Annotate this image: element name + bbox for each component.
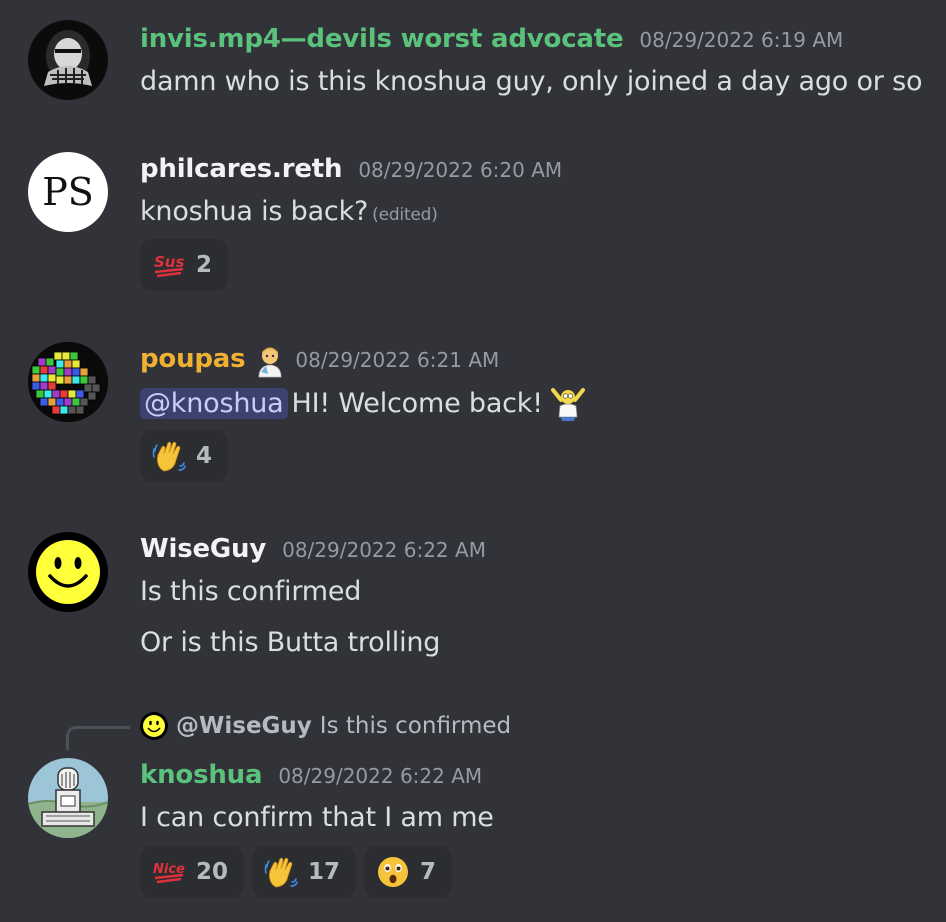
scientist-emoji-icon	[259, 347, 282, 378]
waving-hand-emoji-icon	[152, 441, 186, 472]
reply-preview-text: Is this confirmed	[319, 713, 512, 739]
tetris-avatar-icon	[28, 342, 108, 422]
reactions-bar: Sus 2	[140, 239, 229, 291]
message-text: damn who is this knoshua guy, only joine…	[140, 66, 923, 97]
reaction-count: 2	[196, 252, 213, 278]
reaction-count: 20	[196, 859, 229, 885]
timestamp: 08/29/2022 6:19 AM	[639, 28, 844, 52]
reaction-waving-hand[interactable]: 17	[252, 846, 357, 898]
reply-spine	[66, 726, 130, 750]
smiley-face-avatar-icon	[140, 712, 168, 740]
username[interactable]: poupas	[140, 344, 246, 374]
smiley-face-avatar-icon	[28, 532, 108, 612]
user-mention[interactable]: @knoshua	[140, 387, 288, 419]
username[interactable]: invis.mp4—devils worst advocate	[140, 24, 624, 54]
message-text: Is this confirmed	[140, 576, 362, 607]
message-text: HI! Welcome back!	[291, 387, 544, 419]
edited-label: (edited)	[372, 205, 438, 225]
user-avatar-knoshua[interactable]	[28, 758, 108, 838]
timestamp: 08/29/2022 6:21 AM	[295, 348, 500, 372]
reaction-count: 7	[420, 859, 437, 885]
message-text: knoshua is back?	[140, 196, 369, 227]
avatar-initials: PS	[42, 170, 94, 214]
timestamp: 08/29/2022 6:22 AM	[282, 538, 486, 562]
message-line: @knoshua HI! Welcome back!	[140, 384, 587, 422]
reaction-count: 17	[308, 859, 341, 885]
reaction-nice[interactable]: Nice 20	[140, 846, 245, 898]
message-text: I can confirm that I am me	[140, 802, 494, 833]
surprised-face-emoji-icon	[378, 857, 409, 887]
user-avatar-invis[interactable]	[28, 20, 108, 100]
hooded-figure-avatar-icon	[28, 20, 108, 100]
user-avatar-philcares[interactable]: PS	[28, 152, 108, 232]
username[interactable]: knoshua	[140, 760, 263, 790]
sus-emoji-icon: Sus	[154, 253, 184, 278]
reaction-waving-hand[interactable]: 4	[140, 430, 229, 482]
reactions-bar: Nice 20 17 7	[140, 846, 453, 898]
robot-sketch-avatar-icon	[28, 758, 108, 838]
timestamp: 08/29/2022 6:20 AM	[358, 158, 563, 182]
user-avatar-wiseguy[interactable]	[28, 532, 108, 612]
reply-reference[interactable]: @WiseGuy Is this confirmed	[140, 712, 511, 740]
user-avatar-poupas[interactable]	[28, 342, 108, 422]
homer-celebrating-emoji-icon	[550, 388, 585, 421]
username[interactable]: philcares.reth	[140, 154, 343, 184]
reply-username[interactable]: @WiseGuy	[176, 713, 312, 739]
username[interactable]: WiseGuy	[140, 534, 266, 564]
message-text: Or is this Butta trolling	[140, 627, 441, 658]
message-line: knoshua is back? (edited)	[140, 196, 438, 227]
nice-emoji-icon: Nice	[153, 862, 185, 884]
reaction-surprised-face[interactable]: 7	[364, 846, 453, 898]
waving-hand-emoji-icon	[264, 857, 298, 888]
timestamp: 08/29/2022 6:22 AM	[278, 764, 483, 788]
reaction-sus[interactable]: Sus 2	[140, 239, 229, 291]
reactions-bar: 4	[140, 430, 229, 482]
reaction-count: 4	[196, 443, 213, 469]
